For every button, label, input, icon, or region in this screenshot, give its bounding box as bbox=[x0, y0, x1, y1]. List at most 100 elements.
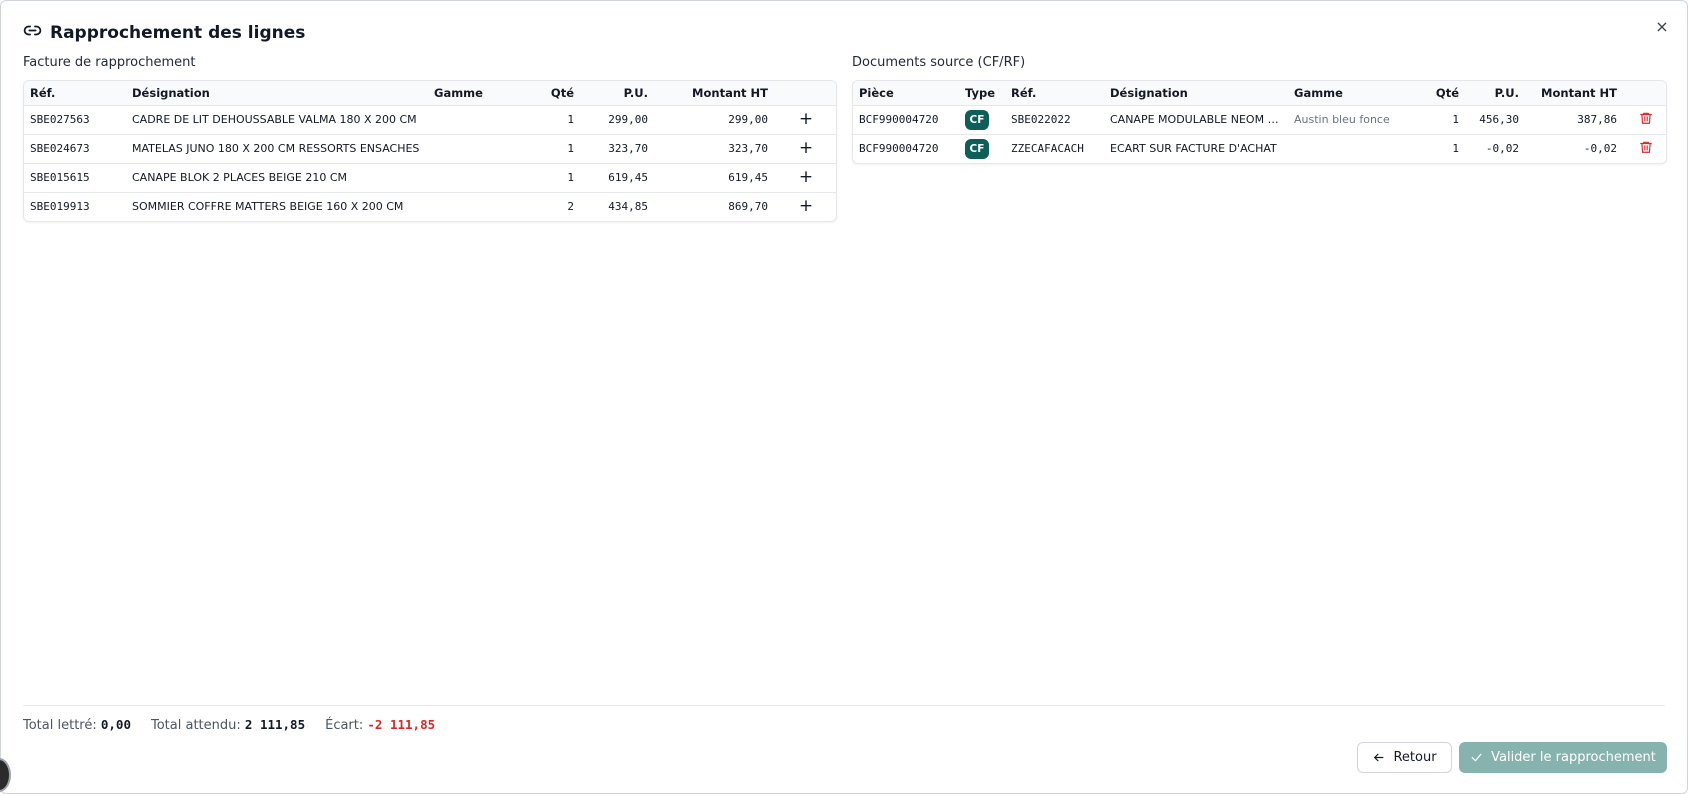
trash-icon bbox=[1639, 142, 1652, 154]
cell-ref: SBE019913 bbox=[30, 200, 90, 214]
cell-qte: 1 bbox=[1452, 142, 1459, 156]
column-header[interactable]: Gamme bbox=[428, 81, 508, 106]
type-badge: CF bbox=[965, 109, 989, 130]
table-row[interactable]: SBE015615 CANAPE BLOK 2 PLACES BEIGE 210… bbox=[24, 163, 836, 193]
cell-designation: CANAPE BLOK 2 PLACES BEIGE 210 CM bbox=[126, 163, 428, 193]
column-header[interactable]: Qté bbox=[1410, 81, 1465, 106]
total-lettre: Total lettré: 0,00 bbox=[23, 717, 131, 733]
cell-pu: 323,70 bbox=[580, 134, 654, 164]
column-header[interactable]: Réf. bbox=[1005, 81, 1104, 106]
table-row[interactable]: BCF990004720 CF ZZECAFACACH ECART SUR FA… bbox=[853, 134, 1666, 163]
cell-ref: ZZECAFACACH bbox=[1011, 142, 1084, 156]
column-header[interactable]: Type bbox=[959, 81, 1005, 106]
cell-gamme bbox=[428, 192, 508, 221]
invoice-section-label: Facture de rapprochement bbox=[23, 55, 196, 70]
check-icon bbox=[1471, 753, 1482, 762]
cell-gamme bbox=[1288, 134, 1410, 163]
ecart-label: Écart: bbox=[325, 718, 364, 733]
add-line-button[interactable]: + bbox=[799, 111, 813, 128]
cell-pu: 456,30 bbox=[1465, 105, 1525, 135]
column-header[interactable]: Désignation bbox=[1104, 81, 1288, 106]
add-line-button[interactable]: + bbox=[799, 169, 813, 186]
total-lettre-label: Total lettré: bbox=[23, 718, 97, 733]
cell-gamme bbox=[428, 134, 508, 164]
cell-qte: 1 bbox=[508, 134, 580, 164]
cell-ref: SBE015615 bbox=[24, 163, 126, 193]
column-header[interactable]: Gamme bbox=[1288, 81, 1410, 106]
column-header[interactable]: Désignation bbox=[126, 81, 428, 106]
column-header[interactable]: P.U. bbox=[580, 81, 654, 106]
link-icon bbox=[23, 21, 42, 45]
arrow-left-icon bbox=[1374, 753, 1384, 762]
floating-action-indicator[interactable] bbox=[0, 758, 11, 792]
cell-ref: SBE022022 bbox=[1005, 105, 1104, 135]
source-documents-table: Pièce Type Réf. Désignation Gamme Qté P.… bbox=[852, 80, 1667, 164]
column-header[interactable]: P.U. bbox=[1465, 81, 1525, 106]
cell-ref: SBE024673 bbox=[24, 134, 126, 164]
table-row[interactable]: SBE024673 MATELAS JUNO 180 X 200 CM RESS… bbox=[24, 134, 836, 164]
table-row[interactable]: SBE019913 SOMMIER COFFRE MATTERS BEIGE 1… bbox=[24, 192, 836, 221]
total-attendu-label: Total attendu: bbox=[150, 718, 241, 733]
cell-designation: CADRE DE LIT DEHOUSSABLE VALMA 180 X 200… bbox=[126, 105, 428, 135]
table-row[interactable]: BCF990004720 CF SBE022022 CANAPE MODULAB… bbox=[853, 105, 1666, 135]
totals-bar: Total lettré: 0,00 Total attendu: 2 111,… bbox=[23, 717, 435, 733]
total-lettre-value: 0,00 bbox=[100, 717, 131, 732]
validate-button-label: Valider le rapprochement bbox=[1491, 750, 1656, 765]
cell-pu: 619,45 bbox=[580, 163, 654, 193]
close-button[interactable]: × bbox=[1651, 15, 1673, 37]
cell-designation: MATELAS JUNO 180 X 200 CM RESSORTS ENSAC… bbox=[126, 134, 428, 164]
ecart-value: -2 111,85 bbox=[367, 717, 436, 732]
footer-divider bbox=[23, 705, 1665, 706]
cell-montant: 323,70 bbox=[654, 134, 774, 164]
cell-qte: 1 bbox=[1410, 105, 1465, 135]
column-header[interactable]: Pièce bbox=[853, 81, 959, 106]
cell-ref: SBE027563 bbox=[24, 105, 126, 135]
delete-button[interactable] bbox=[1639, 140, 1653, 154]
cell-qte: 2 bbox=[567, 200, 574, 214]
ecart: Écart: -2 111,85 bbox=[325, 717, 435, 733]
cell-designation: CANAPE MODULABLE NEOM 2 ... bbox=[1104, 105, 1288, 135]
cell-montant: 299,00 bbox=[654, 105, 774, 135]
validate-button[interactable]: Valider le rapprochement bbox=[1459, 742, 1667, 773]
add-line-button[interactable]: + bbox=[799, 140, 813, 157]
dialog-title: Rapprochement des lignes bbox=[23, 21, 305, 45]
cell-montant: 869,70 bbox=[728, 200, 768, 214]
dialog-title-text: Rapprochement des lignes bbox=[50, 23, 306, 43]
cell-gamme: Austin bleu fonce bbox=[1288, 105, 1410, 135]
column-header[interactable]: Montant HT bbox=[654, 81, 774, 106]
trash-icon bbox=[1639, 112, 1652, 124]
back-button-label: Retour bbox=[1393, 750, 1437, 765]
column-header[interactable]: Qté bbox=[508, 81, 580, 106]
cell-gamme bbox=[428, 163, 508, 193]
column-header[interactable]: Montant HT bbox=[1525, 81, 1623, 106]
cell-designation: SOMMIER COFFRE MATTERS BEIGE 160 X 200 C… bbox=[132, 200, 404, 214]
column-header[interactable]: Réf. bbox=[24, 81, 126, 106]
cell-pu: 299,00 bbox=[580, 105, 654, 135]
table-row[interactable]: SBE027563 CADRE DE LIT DEHOUSSABLE VALMA… bbox=[24, 105, 836, 135]
cell-qte: 1 bbox=[508, 163, 580, 193]
cell-piece: BCF990004720 bbox=[859, 142, 939, 156]
cell-piece: BCF990004720 bbox=[853, 105, 959, 135]
cell-gamme bbox=[428, 105, 508, 135]
cell-pu: 434,85 bbox=[608, 200, 648, 214]
cell-montant: -0,02 bbox=[1583, 142, 1617, 156]
add-line-button[interactable]: + bbox=[799, 198, 813, 215]
delete-button[interactable] bbox=[1639, 111, 1653, 125]
column-header-actions bbox=[774, 81, 836, 106]
cell-pu: -0,02 bbox=[1485, 142, 1519, 156]
cell-qte: 1 bbox=[508, 105, 580, 135]
table-header-row: Pièce Type Réf. Désignation Gamme Qté P.… bbox=[853, 81, 1666, 106]
cell-designation: ECART SUR FACTURE D'ACHAT bbox=[1110, 142, 1277, 156]
invoice-lines-table: Réf. Désignation Gamme Qté P.U. Montant … bbox=[23, 80, 837, 222]
table-header-row: Réf. Désignation Gamme Qté P.U. Montant … bbox=[24, 81, 836, 106]
cell-montant: 387,86 bbox=[1525, 105, 1623, 135]
back-button[interactable]: Retour bbox=[1357, 742, 1452, 773]
total-attendu-value: 2 111,85 bbox=[244, 717, 306, 732]
source-documents-label: Documents source (CF/RF) bbox=[852, 55, 1026, 70]
dialog: Rapprochement des lignes × Facture de ra… bbox=[0, 0, 1688, 794]
total-attendu: Total attendu: 2 111,85 bbox=[151, 717, 305, 733]
type-badge: CF bbox=[965, 138, 989, 159]
cell-montant: 619,45 bbox=[654, 163, 774, 193]
column-header-actions bbox=[1623, 81, 1666, 106]
close-icon: × bbox=[1655, 16, 1669, 36]
